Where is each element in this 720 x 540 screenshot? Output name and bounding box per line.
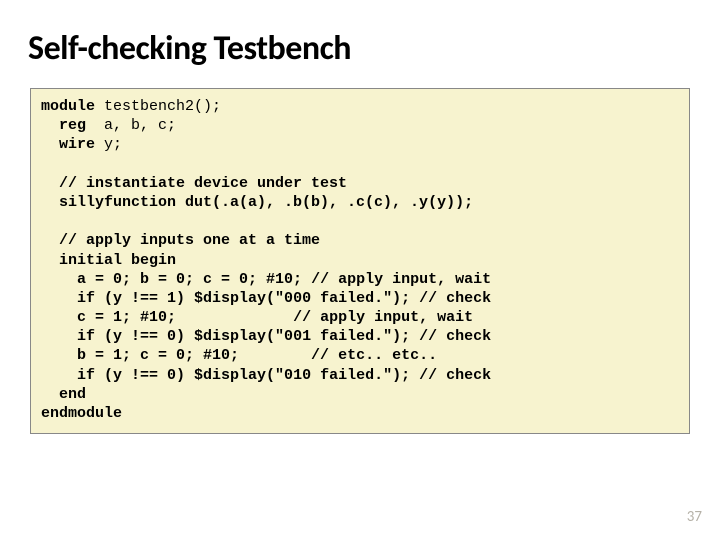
display-call: $display("010 failed.");: [194, 367, 410, 384]
code-text: (y !== 0): [95, 367, 194, 384]
delay: #10;: [140, 309, 176, 326]
code-text: a = 0; b = 0; c = 0;: [41, 271, 266, 288]
comment: // check: [410, 328, 491, 345]
comment: // check: [410, 367, 491, 384]
comment-line: // apply inputs one at a time: [41, 232, 320, 249]
kw-module: module: [41, 98, 95, 115]
code-text: y;: [95, 136, 122, 153]
comment: // etc.. etc..: [239, 347, 437, 364]
comment: // check: [410, 290, 491, 307]
code-text: b = 1; c = 0;: [41, 347, 203, 364]
code-text: (y !== 1): [95, 290, 194, 307]
code-text: c = 1;: [41, 309, 140, 326]
kw-reg: reg: [41, 117, 95, 134]
display-call: $display("001 failed.");: [194, 328, 410, 345]
code-block: module testbench2(); reg a, b, c; wire y…: [30, 88, 690, 434]
kw-wire: wire: [41, 136, 95, 153]
code-text: a, b, c;: [95, 117, 176, 134]
page-number: 37: [687, 508, 702, 526]
kw-endmodule: endmodule: [41, 405, 122, 422]
slide: Self-checking Testbench module testbench…: [0, 0, 720, 540]
kw-initial-begin: initial begin: [41, 252, 176, 269]
display-call: $display("000 failed.");: [194, 290, 410, 307]
comment-line: // instantiate device under test: [41, 175, 347, 192]
kw-if: if: [41, 328, 95, 345]
code-text: testbench2();: [95, 98, 221, 115]
kw-if: if: [41, 290, 95, 307]
delay: #10;: [203, 347, 239, 364]
kw-end: end: [41, 386, 86, 403]
delay: #10;: [266, 271, 302, 288]
code-text: sillyfunction dut(.a(a), .b(b), .c(c), .…: [41, 194, 473, 211]
code-text: (y !== 0): [95, 328, 194, 345]
kw-if: if: [41, 367, 95, 384]
comment: // apply input, wait: [302, 271, 491, 288]
page-title: Self-checking Testbench: [28, 28, 351, 69]
comment: // apply input, wait: [176, 309, 473, 326]
